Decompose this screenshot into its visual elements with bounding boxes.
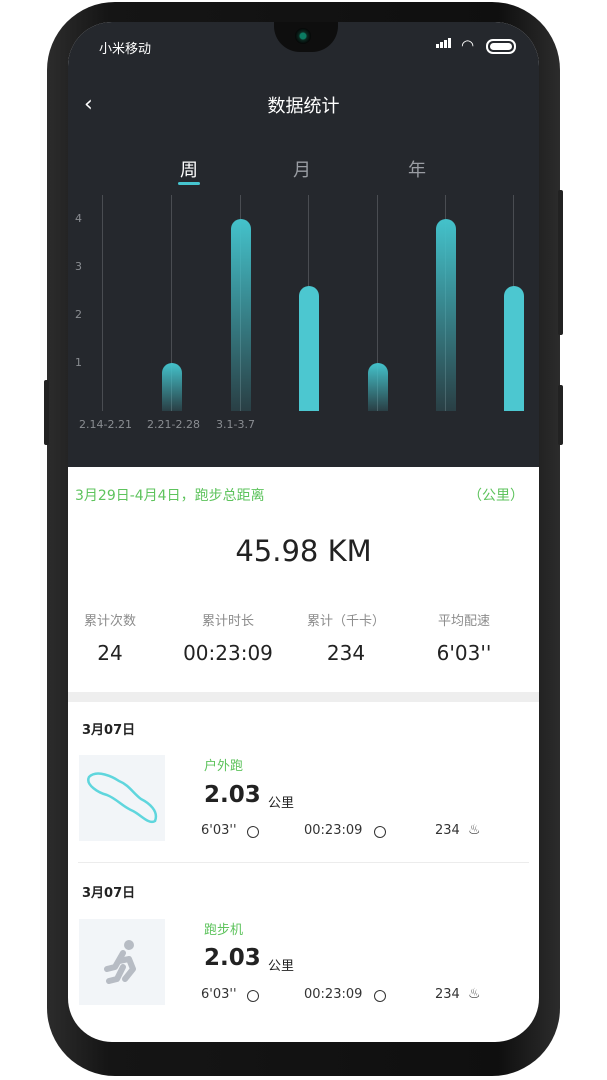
x-tick-label: 2.21-2.28: [147, 418, 200, 431]
record-distance: 2.03: [204, 945, 261, 971]
chart-bar[interactable]: [162, 363, 182, 411]
summary-range-label: 3月29日-4月4日，跑步总距离: [75, 488, 265, 504]
stat-value-calories: 234: [326, 641, 366, 665]
stopwatch-icon: [374, 990, 386, 1002]
stat-label-calories: 累计（千卡）: [306, 614, 385, 629]
chart-bar[interactable]: [299, 286, 319, 411]
runner-thumbnail: [79, 919, 165, 1005]
chart-gridline: [102, 195, 103, 411]
pace-icon: [247, 826, 259, 838]
record-type: 跑步机: [204, 923, 244, 938]
y-tick-label: 2: [75, 308, 82, 321]
tab-week[interactable]: 周: [169, 156, 209, 182]
record-pace: 6'03'': [201, 823, 237, 838]
tab-active-indicator: [178, 182, 200, 185]
record-calories: 234: [435, 987, 460, 1002]
x-tick-label: 3.1-3.7: [216, 418, 255, 431]
flame-icon: ♨: [468, 986, 481, 1002]
stat-value-pace: 6'03'': [436, 641, 492, 665]
stat-value-count: 24: [97, 641, 123, 665]
runner-icon: [104, 940, 136, 984]
y-tick-label: 1: [75, 356, 82, 369]
x-tick-label: 2.14-2.21: [79, 418, 132, 431]
carrier-label: 小米移动: [99, 42, 152, 57]
summary-unit-label: （公里）: [468, 488, 524, 504]
record-date: 3月07日: [82, 723, 136, 738]
volume-button: [44, 380, 49, 445]
record-duration: 00:23:09: [304, 823, 363, 838]
chart-bar[interactable]: [436, 219, 456, 411]
chart-bar[interactable]: [368, 363, 388, 411]
tab-month[interactable]: 月: [282, 156, 322, 182]
wifi-icon: ◠: [461, 36, 475, 54]
page-title: 数据统计: [267, 96, 340, 117]
record-divider: [78, 862, 529, 863]
stat-label-count: 累计次数: [83, 614, 136, 629]
chart-bar[interactable]: [504, 286, 524, 411]
y-tick-label: 4: [75, 212, 82, 225]
section-divider: [68, 692, 539, 702]
stat-label-duration: 累计时长: [201, 614, 254, 629]
record-type: 户外跑: [204, 759, 244, 774]
record-date: 3月07日: [82, 886, 136, 901]
record-pace: 6'03'': [201, 987, 237, 1002]
stat-value-duration: 00:23:09: [183, 641, 273, 665]
total-distance: 45.98 KM: [235, 534, 372, 568]
record-unit: 公里: [268, 796, 295, 811]
chart-bar[interactable]: [231, 219, 251, 411]
power-button: [558, 385, 563, 445]
front-camera: [295, 28, 311, 44]
stopwatch-icon: [374, 826, 386, 838]
tab-year[interactable]: 年: [397, 156, 437, 182]
screen: 小米移动 ◠ ‹ 数据统计 周 月 年 1 2 3 4 2.14-2.21 2.21-2.…: [68, 22, 539, 1042]
pace-icon: [247, 990, 259, 1002]
record-distance: 2.03: [204, 782, 261, 808]
flame-icon: ♨: [468, 822, 481, 838]
stats-header-panel: 小米移动 ◠ ‹ 数据统计 周 月 年 1 2 3 4 2.14-2.21 2.21-2.…: [68, 22, 539, 467]
y-tick-label: 3: [75, 260, 82, 273]
battery-icon: [486, 39, 516, 54]
record-unit: 公里: [268, 959, 295, 974]
side-button: [558, 190, 563, 335]
route-map-thumbnail: [79, 755, 165, 841]
stat-label-pace: 平均配速: [437, 614, 490, 629]
record-calories: 234: [435, 823, 460, 838]
record-duration: 00:23:09: [304, 987, 363, 1002]
